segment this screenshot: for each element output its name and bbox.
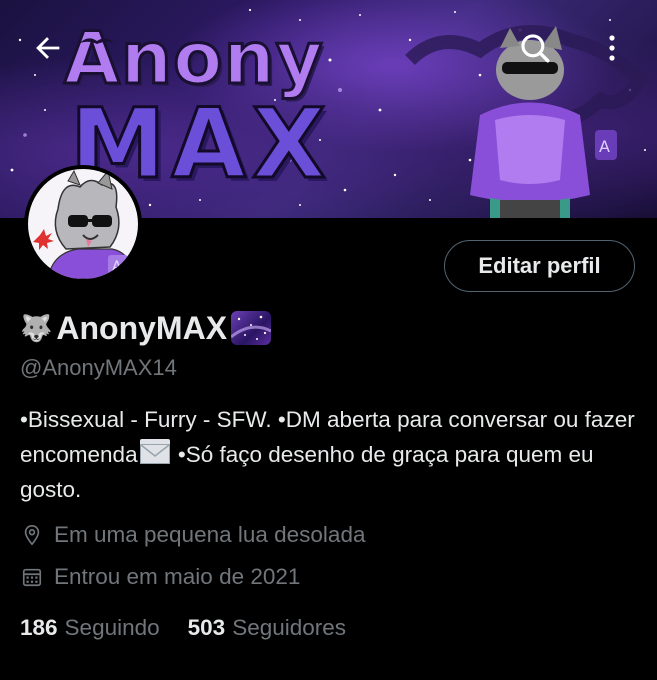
display-name-row: 🐺 AnonyMAX	[20, 306, 272, 350]
banner-title-anony: Anony	[63, 16, 325, 100]
followers-link[interactable]: 503 Seguidores	[188, 615, 346, 641]
more-options-button[interactable]	[592, 28, 632, 68]
joined-date-row: Entrou em maio de 2021	[20, 564, 300, 590]
location-row: Em uma pequena lua desolada	[20, 522, 365, 548]
more-vertical-icon	[609, 35, 615, 61]
following-count: 186	[20, 615, 58, 640]
followers-count: 503	[187, 615, 226, 640]
bio: •Bissexual - Furry - SFW. •DM aberta par…	[20, 402, 640, 507]
back-button[interactable]	[28, 28, 68, 68]
avatar-character-art: A	[33, 169, 135, 279]
edit-profile-button[interactable]: Editar perfil	[444, 240, 635, 292]
svg-text:A: A	[112, 259, 122, 275]
avatar-image: A	[28, 169, 138, 279]
search-button[interactable]	[515, 28, 555, 68]
avatar[interactable]: A	[24, 165, 142, 283]
display-name: AnonyMAX	[56, 309, 228, 346]
envelope-emoji-icon	[139, 439, 170, 464]
night-sky-emoji-icon	[231, 311, 272, 345]
mustache-icon	[80, 38, 114, 44]
location-text: Em uma pequena lua desolada	[54, 522, 366, 547]
location-pin-icon	[20, 523, 44, 547]
joined-text: Entrou em maio de 2021	[54, 564, 301, 589]
arrow-left-icon	[36, 37, 60, 59]
follow-stats: 186 Seguindo 503 Seguidores	[20, 615, 374, 641]
search-icon	[521, 34, 550, 63]
svg-text:A: A	[599, 137, 610, 156]
wolf-emoji-icon: 🐺	[20, 312, 53, 343]
followers-label: Seguidores	[232, 615, 347, 640]
username-handle: @AnonyMAX14	[20, 355, 177, 380]
following-label: Seguindo	[64, 615, 160, 640]
calendar-icon	[20, 565, 44, 589]
following-link[interactable]: 186 Seguindo	[20, 615, 160, 641]
